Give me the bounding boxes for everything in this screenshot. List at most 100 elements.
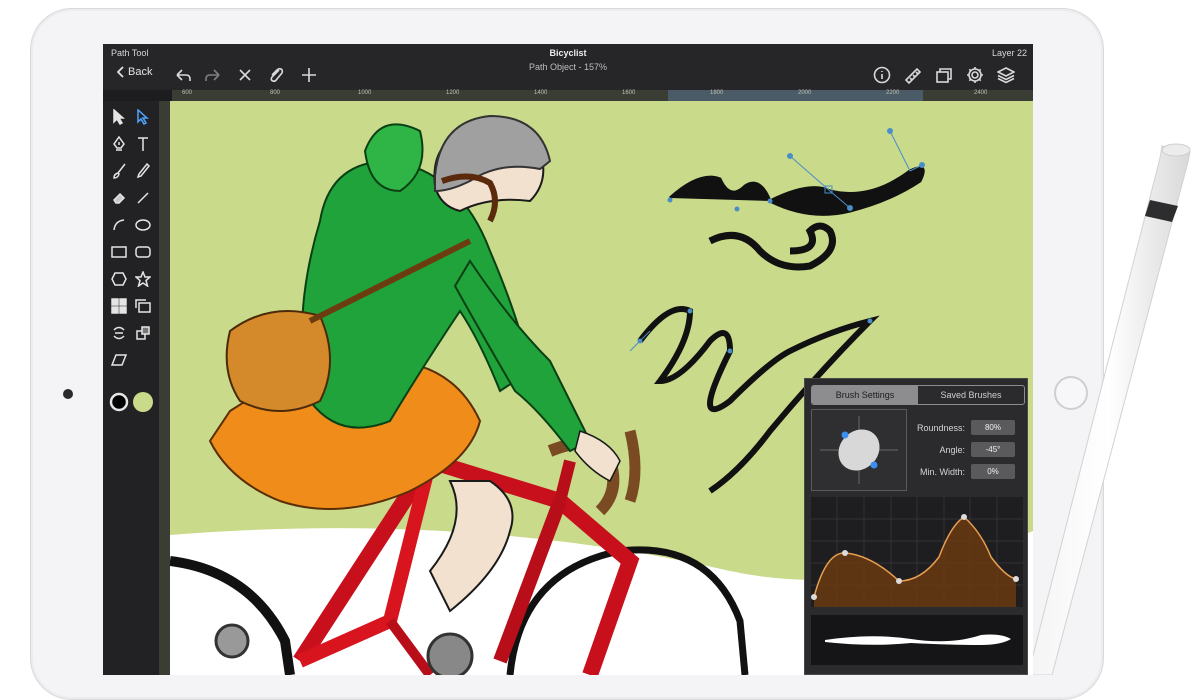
- apple-pencil: [1027, 143, 1191, 675]
- ruler-tick: 2200: [886, 90, 900, 96]
- layers-stack-icon: [936, 68, 952, 83]
- primary-color-icon: [109, 392, 129, 412]
- direct-select-icon: [137, 109, 149, 125]
- image-stack-icon: [135, 299, 151, 313]
- primary-color-swatch[interactable]: [108, 391, 130, 413]
- tab-saved-brushes[interactable]: Saved Brushes: [918, 386, 1024, 404]
- attach-button[interactable]: [265, 64, 287, 86]
- ruler-selection-highlight: [668, 90, 923, 101]
- layers-stack-button[interactable]: [933, 64, 955, 86]
- front-camera: [63, 389, 73, 399]
- chevron-left-icon: [117, 66, 124, 78]
- angle-field[interactable]: -45°: [971, 442, 1015, 457]
- tool-star[interactable]: [132, 268, 154, 290]
- parallelogram-icon: [111, 354, 127, 366]
- ruler-button[interactable]: [902, 64, 924, 86]
- horizontal-ruler: 600 800 1000 1200 1400 1600 1800 2000 22…: [172, 90, 1033, 101]
- roundness-field[interactable]: 80%: [971, 420, 1015, 435]
- ruler-tick: 1600: [622, 90, 636, 96]
- angle-label: Angle:: [939, 445, 965, 455]
- close-icon: [239, 69, 251, 81]
- tool-pen[interactable]: [108, 133, 130, 155]
- secondary-color-icon: [133, 392, 153, 412]
- add-icon: [302, 68, 316, 82]
- min-width-label: Min. Width:: [919, 467, 965, 477]
- ruler-tick: 600: [182, 90, 193, 96]
- stroke-preview-shape: [825, 634, 1011, 645]
- tool-image[interactable]: [132, 295, 154, 317]
- redo-button[interactable]: [202, 64, 224, 86]
- gear-icon: [967, 67, 983, 83]
- brush-stroke-preview: [811, 615, 1023, 665]
- info-button[interactable]: [871, 64, 893, 86]
- tool-brush[interactable]: [108, 160, 130, 182]
- grid-icon: [111, 298, 127, 314]
- rounded-rectangle-icon: [135, 246, 151, 258]
- brush-panel-tabs: Brush Settings Saved Brushes: [811, 385, 1025, 405]
- pen-nib-icon: [113, 136, 125, 151]
- pencil-icon: [136, 163, 150, 179]
- info-icon: [873, 66, 891, 84]
- star-icon: [135, 271, 151, 287]
- back-label: Back: [128, 66, 153, 78]
- tool-polygon[interactable]: [108, 268, 130, 290]
- top-bar: Path Tool Bicyclist Path Object - 157% L…: [103, 44, 1033, 90]
- add-button[interactable]: [298, 64, 320, 86]
- tool-crop[interactable]: [132, 322, 154, 344]
- brush-settings-panel: Brush Settings Saved Brushes Roundness: …: [804, 378, 1028, 675]
- line-icon: [137, 192, 149, 204]
- tools-sidebar: [103, 101, 159, 675]
- brush-tip-ellipse: [820, 416, 898, 484]
- tool-eraser[interactable]: [108, 187, 130, 209]
- ruler-tick: 2000: [798, 90, 812, 96]
- tool-select[interactable]: [108, 106, 130, 128]
- back-button[interactable]: Back: [117, 66, 152, 78]
- settings-button[interactable]: [964, 64, 986, 86]
- tool-direct-select[interactable]: [132, 106, 154, 128]
- tool-text[interactable]: [132, 133, 154, 155]
- ruler-tick: 1800: [710, 90, 724, 96]
- pressure-curve-graph[interactable]: [811, 497, 1023, 607]
- tool-grid[interactable]: [108, 295, 130, 317]
- secondary-color-swatch[interactable]: [132, 391, 154, 413]
- tool-arc[interactable]: [108, 214, 130, 236]
- text-icon: [138, 137, 148, 151]
- ruler-tick: 800: [270, 90, 281, 96]
- ellipse-icon: [135, 219, 151, 231]
- close-button[interactable]: [234, 64, 256, 86]
- arc-icon: [113, 219, 125, 231]
- ruler-tick: 2400: [974, 90, 988, 96]
- layers-icon: [997, 67, 1015, 84]
- ruler-tick: 1000: [358, 90, 372, 96]
- app-screen: Path Tool Bicyclist Path Object - 157% L…: [103, 44, 1033, 675]
- ruler-tick: 1400: [534, 90, 548, 96]
- tool-rounded-rectangle[interactable]: [132, 241, 154, 263]
- tool-line[interactable]: [132, 187, 154, 209]
- layer-name-label: Layer 22: [991, 48, 1027, 58]
- tool-rectangle[interactable]: [108, 241, 130, 263]
- crop-icon: [136, 326, 150, 340]
- undo-button[interactable]: [172, 64, 194, 86]
- vertical-ruler: [159, 101, 170, 675]
- brush-icon: [113, 163, 126, 179]
- arrow-pointer-icon: [113, 109, 125, 125]
- rectangle-icon: [111, 246, 127, 258]
- tool-ellipse[interactable]: [132, 214, 154, 236]
- eraser-icon: [113, 192, 126, 204]
- tool-skew[interactable]: [108, 349, 130, 371]
- transform-icon: [113, 326, 125, 340]
- ruler-tick: 1200: [446, 90, 460, 96]
- undo-icon: [176, 69, 191, 81]
- tool-pencil[interactable]: [132, 160, 154, 182]
- hexagon-icon: [111, 272, 127, 286]
- tool-transform[interactable]: [108, 322, 130, 344]
- document-title: Bicyclist: [549, 48, 587, 58]
- layers-button[interactable]: [995, 64, 1017, 86]
- roundness-label: Roundness:: [916, 423, 965, 433]
- pressure-curve: [811, 497, 1023, 607]
- min-width-field[interactable]: 0%: [971, 464, 1015, 479]
- redo-icon: [205, 69, 220, 81]
- attach-icon: [270, 67, 284, 83]
- brush-shape-preview[interactable]: [811, 409, 907, 491]
- tab-brush-settings[interactable]: Brush Settings: [812, 386, 918, 404]
